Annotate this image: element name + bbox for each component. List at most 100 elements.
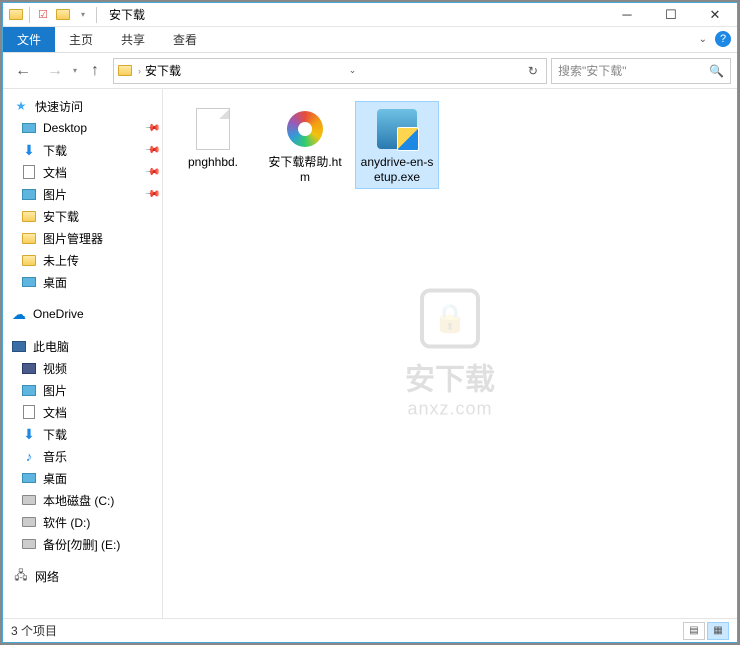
document-icon <box>21 164 37 180</box>
document-icon <box>21 404 37 420</box>
sidebar-item-pictures2[interactable]: 图片 <box>3 379 162 401</box>
sidebar-network[interactable]: › 🖧 网络 <box>3 565 162 587</box>
tab-home[interactable]: 主页 <box>55 27 107 52</box>
sidebar: ⌄ ★ 快速访问 Desktop📌 ⬇下载📌 文档📌 图片📌 安下载 图片管理器… <box>3 89 163 618</box>
maximize-button[interactable]: ☐ <box>649 3 693 27</box>
file-list[interactable]: pnghhbd. 安下载帮助.htm anydrive-en-setup.exe… <box>163 89 737 618</box>
tab-share[interactable]: 共享 <box>107 27 159 52</box>
refresh-icon[interactable]: ↻ <box>524 64 542 78</box>
help-icon[interactable]: ? <box>715 31 731 47</box>
sidebar-item-downloads[interactable]: ⬇下载📌 <box>3 139 162 161</box>
tab-view[interactable]: 查看 <box>159 27 211 52</box>
new-folder-icon[interactable] <box>54 6 72 24</box>
star-icon: ★ <box>13 98 29 114</box>
sidebar-item-drive-e[interactable]: 备份[勿删] (E:) <box>3 533 162 555</box>
sidebar-quick-access[interactable]: ⌄ ★ 快速访问 <box>3 95 162 117</box>
desktop-icon <box>21 274 37 290</box>
exe-icon <box>373 105 421 153</box>
desktop-icon <box>21 470 37 486</box>
window-title: 安下载 <box>103 6 145 23</box>
separator <box>29 7 30 23</box>
breadcrumb-segment[interactable]: 安下载 <box>145 62 181 79</box>
close-button[interactable]: ✕ <box>693 3 737 27</box>
back-button[interactable]: ← <box>9 57 37 85</box>
folder-icon <box>21 208 37 224</box>
pin-icon: 📌 <box>143 186 160 203</box>
sidebar-item-unpublished[interactable]: 未上传 <box>3 249 162 271</box>
sidebar-item-drive-c[interactable]: 本地磁盘 (C:) <box>3 489 162 511</box>
colorwheel-icon <box>281 105 329 153</box>
sidebar-item-drive-d[interactable]: 软件 (D:) <box>3 511 162 533</box>
chevron-right-icon[interactable]: › <box>138 66 141 76</box>
sidebar-item-documents2[interactable]: 文档 <box>3 401 162 423</box>
history-dropdown-icon[interactable]: ▾ <box>73 66 77 75</box>
drive-icon <box>21 514 37 530</box>
minimize-button[interactable]: ─ <box>605 3 649 27</box>
chevron-down-icon[interactable]: ⌄ <box>3 101 7 112</box>
sidebar-item-desktop2[interactable]: 桌面 <box>3 271 162 293</box>
pin-icon: 📌 <box>143 120 160 137</box>
sidebar-item-anxz[interactable]: 安下载 <box>3 205 162 227</box>
sidebar-item-pictures[interactable]: 图片📌 <box>3 183 162 205</box>
window-controls: ─ ☐ ✕ <box>605 3 737 27</box>
file-item[interactable]: anydrive-en-setup.exe <box>355 101 439 189</box>
sidebar-item-picmanager[interactable]: 图片管理器 <box>3 227 162 249</box>
file-name: pnghhbd. <box>188 155 238 170</box>
separator <box>96 7 97 23</box>
file-name: 安下载帮助.htm <box>267 155 343 185</box>
picture-icon <box>21 382 37 398</box>
download-icon: ⬇ <box>21 426 37 442</box>
tab-file[interactable]: 文件 <box>3 27 55 52</box>
sidebar-item-music[interactable]: ♪音乐 <box>3 445 162 467</box>
up-button[interactable]: ↑ <box>81 57 109 85</box>
file-icon <box>189 105 237 153</box>
view-icons-button[interactable]: ▦ <box>707 622 729 640</box>
pin-icon: 📌 <box>143 164 160 181</box>
qat: ☑ ▾ <box>3 6 103 24</box>
sidebar-this-pc[interactable]: 此电脑 <box>3 335 162 357</box>
sidebar-onedrive[interactable]: ☁ OneDrive <box>3 303 162 325</box>
folder-icon <box>7 6 25 24</box>
titlebar: ☑ ▾ 安下载 ─ ☐ ✕ <box>3 3 737 27</box>
folder-icon <box>21 230 37 246</box>
desktop-icon <box>21 120 37 136</box>
search-placeholder: 搜索"安下载" <box>558 62 627 79</box>
explorer-window: ☑ ▾ 安下载 ─ ☐ ✕ 文件 主页 共享 查看 ⌄ ? ← → ▾ ↑ › … <box>2 2 738 643</box>
watermark: 🔒 安下载 anxz.com <box>405 288 495 419</box>
network-icon: 🖧 <box>13 568 29 584</box>
pin-icon: 📌 <box>143 142 160 159</box>
file-item[interactable]: pnghhbd. <box>171 101 255 174</box>
dropdown-icon[interactable]: ⌄ <box>345 65 361 76</box>
addressbar: ← → ▾ ↑ › 安下载 ⌄ ↻ 搜索"安下载" 🔍 <box>3 53 737 89</box>
video-icon <box>21 360 37 376</box>
sidebar-item-downloads2[interactable]: ⬇下载 <box>3 423 162 445</box>
search-icon: 🔍 <box>709 64 724 78</box>
folder-icon <box>118 65 132 76</box>
chevron-right-icon[interactable]: › <box>3 571 7 581</box>
view-details-button[interactable]: ▤ <box>683 622 705 640</box>
ribbon: 文件 主页 共享 查看 ⌄ ? <box>3 27 737 53</box>
music-icon: ♪ <box>21 448 37 464</box>
picture-icon <box>21 186 37 202</box>
ribbon-collapse-icon[interactable]: ⌄ <box>699 34 707 45</box>
sidebar-item-desktop[interactable]: Desktop📌 <box>3 117 162 139</box>
statusbar: 3 个项目 ▤ ▦ <box>3 618 737 642</box>
qat-dropdown-icon[interactable]: ▾ <box>74 6 92 24</box>
download-icon: ⬇ <box>21 142 37 158</box>
sidebar-item-desktop3[interactable]: 桌面 <box>3 467 162 489</box>
drive-icon <box>21 492 37 508</box>
body: ⌄ ★ 快速访问 Desktop📌 ⬇下载📌 文档📌 图片📌 安下载 图片管理器… <box>3 89 737 618</box>
breadcrumb[interactable]: › 安下载 ⌄ ↻ <box>113 58 547 84</box>
sidebar-item-video[interactable]: 视频 <box>3 357 162 379</box>
search-input[interactable]: 搜索"安下载" 🔍 <box>551 58 731 84</box>
forward-button[interactable]: → <box>41 57 69 85</box>
properties-icon[interactable]: ☑ <box>34 6 52 24</box>
sidebar-item-documents[interactable]: 文档📌 <box>3 161 162 183</box>
onedrive-icon: ☁ <box>11 306 27 322</box>
folder-icon <box>21 252 37 268</box>
file-item[interactable]: 安下载帮助.htm <box>263 101 347 189</box>
drive-icon <box>21 536 37 552</box>
pc-icon <box>11 338 27 354</box>
status-text: 3 个项目 <box>11 622 57 639</box>
file-name: anydrive-en-setup.exe <box>359 155 435 185</box>
